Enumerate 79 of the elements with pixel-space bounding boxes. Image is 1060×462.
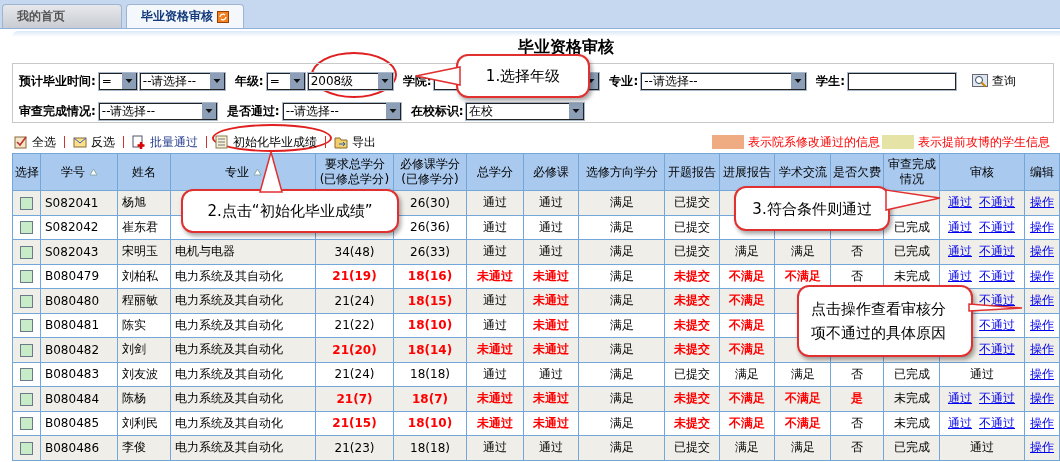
table-cell: 21(24) — [315, 362, 394, 387]
audit-link[interactable]: 通过 — [948, 391, 972, 406]
audit-link[interactable]: 不通过 — [979, 391, 1015, 406]
table-cell: 21(19) — [315, 264, 394, 289]
table-cell: 21(22) — [315, 313, 394, 338]
column-header: 要求总学分 (已修总学分) — [315, 153, 394, 191]
table-cell: 21(15) — [315, 411, 394, 436]
column-header: 总学分 — [466, 153, 524, 191]
callout: 点击操作查看审核分项不通过的具体原因 — [797, 285, 973, 357]
column-header: 必修课学分 (已修学分) — [393, 153, 467, 191]
table-cell: 满足 — [578, 386, 665, 411]
table-cell: 满足 — [578, 435, 665, 460]
filter-label: 预计毕业时间: — [19, 72, 96, 90]
dropdown[interactable]: --请选择-- — [641, 72, 807, 90]
table-cell: 满足 — [578, 239, 665, 264]
filter-label: 是否通过: — [226, 102, 280, 120]
search-button[interactable]: 查询 — [972, 72, 1017, 90]
column-header: 必修课 — [523, 153, 579, 191]
filter-label: 在校标识: — [410, 102, 464, 120]
table-cell: 满足 — [578, 264, 665, 289]
table-cell: 电机与电器 — [170, 239, 316, 264]
dropdown[interactable]: --请选择-- — [282, 102, 401, 120]
audit-link[interactable]: 不通过 — [979, 268, 1015, 283]
table-cell: 电力系统及其自动化 — [170, 264, 316, 289]
filter-label: 学生: — [816, 72, 846, 90]
column-header: 编辑 — [1024, 153, 1060, 191]
page-title: 毕业资格审核 — [517, 37, 615, 57]
table-cell: 电力系统及其自动化 — [170, 411, 316, 436]
column-header: 姓名 — [117, 153, 171, 191]
table-cell: 电力系统及其自动化 — [170, 435, 316, 460]
table-cell: 满足 — [578, 411, 665, 436]
dropdown[interactable]: 2008级 — [307, 72, 393, 90]
table-cell: 电力系统及其自动化 — [170, 288, 316, 313]
column-header[interactable]: 学号 — [40, 153, 118, 191]
callout: 1.选择年级 — [456, 54, 590, 98]
table-cell: 满足 — [578, 337, 665, 362]
audit-link[interactable]: 不通过 — [979, 195, 1015, 210]
table-cell: 通过 — [939, 362, 1025, 387]
audit-link[interactable]: 不通过 — [979, 415, 1015, 430]
column-header: 开题报告 — [664, 153, 720, 191]
table-cell: 电力系统及其自动化 — [170, 386, 316, 411]
audit-link[interactable]: 通过 — [948, 219, 972, 234]
filter-label: 专业: — [609, 72, 639, 90]
column-header: 审查完成情况 — [883, 153, 940, 191]
toolbar-button[interactable]: 反选 — [71, 133, 117, 151]
dropdown[interactable]: --请选择-- — [139, 72, 225, 90]
tab[interactable]: 毕业资格审核 — [126, 4, 244, 28]
table-cell: 满足 — [578, 190, 665, 215]
table-cell: 满足 — [578, 215, 665, 240]
dropdown[interactable]: 在校 — [466, 102, 585, 120]
filter-label: 年级: — [234, 72, 264, 90]
callout: 3.符合条件则通过 — [734, 186, 890, 231]
audit-link[interactable]: 通过 — [948, 268, 972, 283]
dropdown[interactable]: --请选择-- — [98, 102, 217, 120]
audit-link[interactable]: 通过 — [948, 415, 972, 430]
table-cell: 满足 — [578, 313, 665, 338]
table-cell: 电力系统及其自动化 — [170, 313, 316, 338]
toolbar-button[interactable]: 导出 — [332, 133, 378, 151]
table-cell: 满足 — [578, 288, 665, 313]
toolbar-button[interactable]: 初始化毕业成绩 — [213, 133, 319, 151]
audit-link[interactable]: 不通过 — [979, 244, 1015, 259]
tab[interactable]: 我的首页 — [2, 4, 122, 28]
column-header: 选修方向学分 — [578, 153, 665, 191]
legend-text: 表示提前攻博的学生信息 — [918, 133, 1050, 151]
dropdown[interactable]: = — [98, 72, 137, 90]
toolbar-button[interactable]: 全选 — [12, 133, 58, 151]
table-cell: 满足 — [578, 362, 665, 387]
dropdown[interactable]: = — [266, 72, 305, 90]
column-header: 进展报告 — [719, 153, 775, 191]
filter-label: 审查完成情况: — [19, 102, 96, 120]
audit-link[interactable]: 不通过 — [979, 219, 1015, 234]
toolbar-button[interactable]: 批量通过 — [130, 133, 200, 151]
table-cell: 电力系统及其自动化 — [170, 337, 316, 362]
audit-link[interactable]: 通过 — [948, 195, 972, 210]
audit-link[interactable]: 通过 — [948, 244, 972, 259]
table-cell: 电力系统及其自动化 — [170, 362, 316, 387]
column-header: 审核 — [939, 153, 1025, 191]
column-header: 选择 — [12, 153, 41, 191]
legend-text: 表示院系修改通过的信息 — [748, 133, 880, 151]
